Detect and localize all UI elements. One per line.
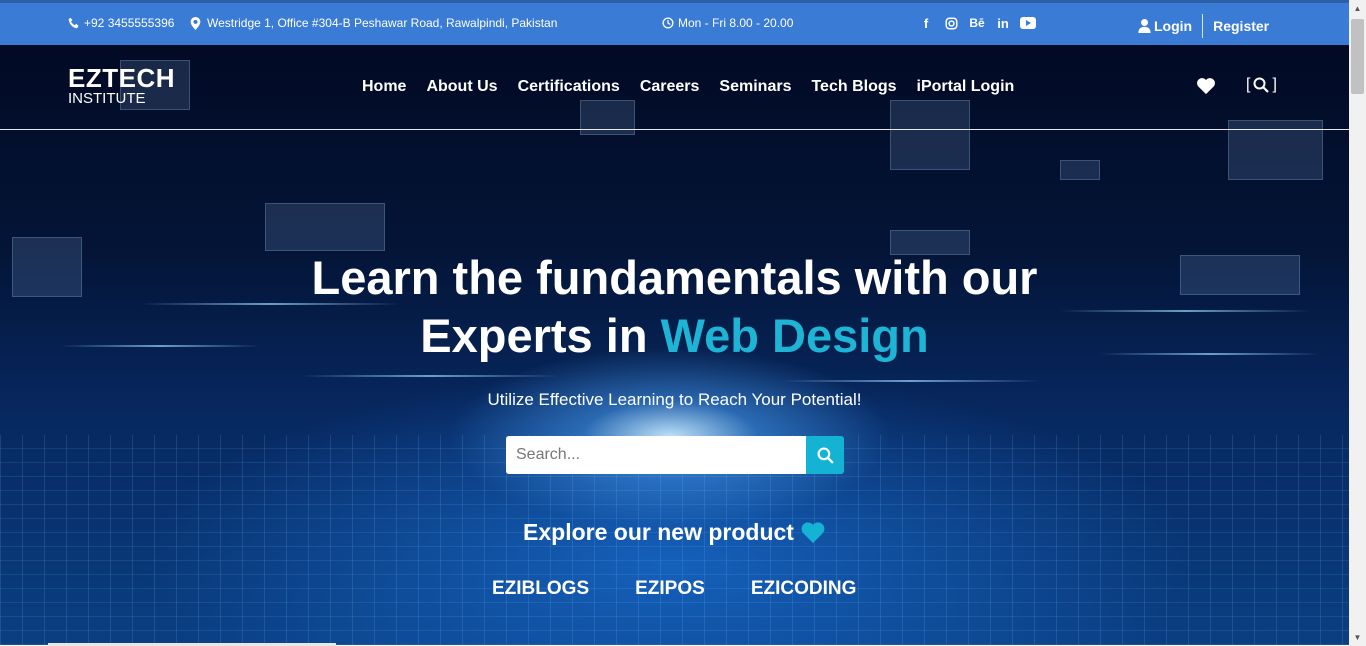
clock-icon <box>662 17 674 29</box>
bracket-close: ] <box>1272 76 1277 93</box>
auth-links: Login Register <box>1138 14 1269 38</box>
bracket-open: [ <box>1246 76 1251 93</box>
search-icon <box>1253 77 1270 93</box>
nav-item-certifications[interactable]: Certifications <box>518 78 620 96</box>
explore-label: Explore our new product <box>523 519 794 545</box>
logo-subtitle: INSTITUTE <box>68 90 146 107</box>
divider <box>1202 14 1204 38</box>
hours-text: Mon - Fri 8.00 - 20.00 <box>678 16 794 30</box>
headline-line-1: Learn the fundamentals with our <box>311 251 1038 304</box>
map-pin-icon <box>190 16 201 30</box>
instagram-icon[interactable] <box>943 15 959 31</box>
page-scrollbar[interactable]: ▲ ▼ <box>1349 0 1366 646</box>
social-links: f Bē in <box>918 15 1036 31</box>
nav-item-about-us[interactable]: About Us <box>426 78 497 96</box>
register-link[interactable]: Register <box>1213 18 1269 34</box>
phone-icon <box>68 17 79 29</box>
background-panel <box>1060 160 1100 180</box>
nav-menu: Home About Us Certifications Careers Sem… <box>362 78 1014 96</box>
background-panel <box>265 203 385 251</box>
phone-contact[interactable]: +92 3455555396 <box>68 16 174 30</box>
nav-item-home[interactable]: Home <box>362 78 406 96</box>
top-info-bar: +92 3455555396 Westridge 1, Office #304-… <box>0 0 1349 45</box>
search-input[interactable] <box>506 436 806 474</box>
logo-title: EZTECH <box>68 63 175 93</box>
hero-tagline: Utilize Effective Learning to Reach Your… <box>487 390 862 409</box>
light-stream <box>780 380 1040 382</box>
product-link-ezipos[interactable]: EZIPOS <box>635 578 705 600</box>
user-icon <box>1138 19 1151 33</box>
search-submit-button[interactable] <box>806 436 844 474</box>
scroll-down-arrow-icon[interactable]: ▼ <box>1349 629 1366 646</box>
headline-prefix: Experts in <box>420 309 661 362</box>
scrollbar-thumb[interactable] <box>1351 19 1364 94</box>
nav-item-iportal-login[interactable]: iPortal Login <box>917 78 1015 96</box>
address-text: Westridge 1, Office #304-B Peshawar Road… <box>207 16 558 30</box>
hero-headline: Learn the fundamentals with our Experts … <box>0 249 1349 365</box>
nav-item-careers[interactable]: Careers <box>640 78 700 96</box>
hero-search <box>506 436 844 474</box>
product-link-ezicoding[interactable]: EZICODING <box>751 578 857 600</box>
nav-item-tech-blogs[interactable]: Tech Blogs <box>811 78 896 96</box>
address-contact: Westridge 1, Office #304-B Peshawar Road… <box>190 16 557 30</box>
office-hours: Mon - Fri 8.00 - 20.00 <box>662 16 793 30</box>
light-stream <box>300 375 560 377</box>
nav-item-seminars[interactable]: Seminars <box>719 78 791 96</box>
product-links: EZIBLOGS EZIPOS EZICODING <box>492 578 856 600</box>
search-icon <box>817 447 834 464</box>
headline-highlight: Web Design <box>660 309 929 362</box>
hero-section: EZTECH INSTITUTE Home About Us Certifica… <box>0 45 1349 645</box>
product-link-eziblogs[interactable]: EZIBLOGS <box>492 578 589 600</box>
phone-number: +92 3455555396 <box>84 16 175 30</box>
headline-line-2: Experts in Web Design <box>0 307 1349 365</box>
scroll-up-arrow-icon[interactable]: ▲ <box>1349 0 1366 17</box>
facebook-icon[interactable]: f <box>918 15 934 31</box>
behance-icon[interactable]: Bē <box>968 15 986 31</box>
youtube-icon[interactable] <box>1020 15 1036 31</box>
heart-icon <box>801 522 825 543</box>
site-logo[interactable]: EZTECH INSTITUTE <box>68 65 175 107</box>
explore-product-heading: Explore our new product <box>0 519 1349 546</box>
login-link[interactable]: Login <box>1154 18 1192 34</box>
wishlist-heart-icon[interactable] <box>1196 77 1216 100</box>
linkedin-icon[interactable]: in <box>995 15 1011 31</box>
main-navbar: EZTECH INSTITUTE Home About Us Certifica… <box>0 45 1349 130</box>
nav-search-button[interactable]: [ ] <box>1246 76 1277 94</box>
